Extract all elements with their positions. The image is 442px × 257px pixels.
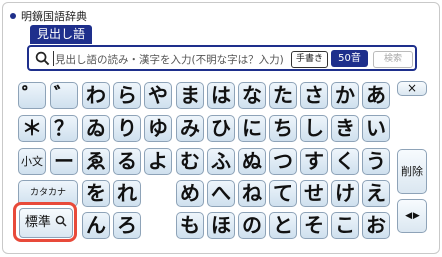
key-ki[interactable]: き [331, 115, 359, 142]
key-yu[interactable]: ゆ [144, 115, 172, 142]
key-su[interactable]: す [300, 148, 328, 175]
bullet-icon [10, 13, 16, 19]
dictionary-title: 明鏡国語辞典 [10, 8, 87, 24]
key-handakuten[interactable]: ゜ [18, 82, 46, 109]
key-ko[interactable]: こ [331, 212, 359, 239]
key-so[interactable]: そ [300, 212, 328, 239]
standard-label: 標準 [24, 215, 51, 230]
key-ta[interactable]: た [269, 82, 297, 109]
key-mo[interactable]: も [176, 212, 204, 239]
key-se[interactable]: せ [300, 180, 328, 207]
key-asterisk[interactable]: ＊ [18, 115, 46, 142]
search-icon [35, 51, 50, 66]
key-to[interactable]: と [269, 212, 297, 239]
key-ho[interactable]: ほ [207, 212, 235, 239]
standard-zoom-button[interactable]: 標準 [19, 208, 73, 238]
handwriting-button[interactable]: 手書き [291, 51, 328, 68]
dictionary-name: 明鏡国語辞典 [21, 10, 87, 23]
key-tsu[interactable]: つ [269, 148, 297, 175]
key-me[interactable]: め [176, 180, 204, 207]
search-placeholder: 見出し語の読み・漢字を入力(不明な字は？入力) [55, 54, 284, 66]
key-ku[interactable]: く [331, 148, 359, 175]
key-mi[interactable]: み [176, 115, 204, 142]
key-ka[interactable]: か [331, 82, 359, 109]
key-wi[interactable]: ゐ [82, 115, 110, 142]
key-a[interactable]: あ [362, 82, 390, 109]
key-nu[interactable]: ぬ [238, 148, 266, 175]
key-ro[interactable]: ろ [113, 212, 141, 239]
search-box[interactable]: 見出し語の読み・漢字を入力(不明な字は？入力) 手書き 50音 検索 [27, 45, 417, 71]
zoom-icon [55, 215, 67, 227]
key-te[interactable]: て [269, 180, 297, 207]
key-dakuten[interactable]: ゛ [50, 82, 78, 109]
key-he[interactable]: へ [207, 180, 235, 207]
key-ya[interactable]: や [144, 82, 172, 109]
key-ke[interactable]: け [331, 180, 359, 207]
text-caret [53, 51, 54, 66]
key-fu[interactable]: ふ [207, 148, 235, 175]
key-ne[interactable]: ね [238, 180, 266, 207]
cursor-move-button[interactable]: ◀ ▶ [397, 199, 427, 233]
key-ma[interactable]: ま [176, 82, 204, 109]
key-re[interactable]: れ [113, 180, 141, 207]
search-button[interactable]: 検索 [373, 51, 413, 68]
delete-button[interactable]: 削除 [397, 149, 427, 194]
key-shi[interactable]: し [300, 115, 328, 142]
key-i[interactable]: い [362, 115, 390, 142]
key-hi[interactable]: ひ [207, 115, 235, 142]
key-u[interactable]: う [362, 148, 390, 175]
key-we[interactable]: ゑ [82, 148, 110, 175]
key-no[interactable]: の [238, 212, 266, 239]
key-wo[interactable]: を [82, 180, 110, 207]
key-chi[interactable]: ち [269, 115, 297, 142]
kana-50-mode-button[interactable]: 50音 [331, 50, 368, 67]
key-ni[interactable]: に [238, 115, 266, 142]
key-sa[interactable]: さ [300, 82, 328, 109]
key-ha[interactable]: は [207, 82, 235, 109]
key-na[interactable]: な [238, 82, 266, 109]
key-wa[interactable]: わ [82, 82, 110, 109]
standard-zoom-button-highlight[interactable]: 標準 [13, 202, 77, 242]
key-n[interactable]: ん [82, 212, 110, 239]
key-ru[interactable]: る [113, 148, 141, 175]
key-question[interactable]: ？ [50, 115, 78, 142]
key-yo[interactable]: よ [144, 148, 172, 175]
key-mu[interactable]: む [176, 148, 204, 175]
close-keyboard-button[interactable]: × [397, 81, 427, 96]
key-small-kana[interactable]: 小文字 [18, 148, 46, 193]
key-e[interactable]: え [362, 180, 390, 207]
key-ra[interactable]: ら [113, 82, 141, 109]
key-long-vowel[interactable]: ー [50, 148, 78, 175]
key-o[interactable]: お [362, 212, 390, 239]
key-ri[interactable]: り [113, 115, 141, 142]
tab-headword[interactable]: 見出し語 [30, 25, 92, 44]
